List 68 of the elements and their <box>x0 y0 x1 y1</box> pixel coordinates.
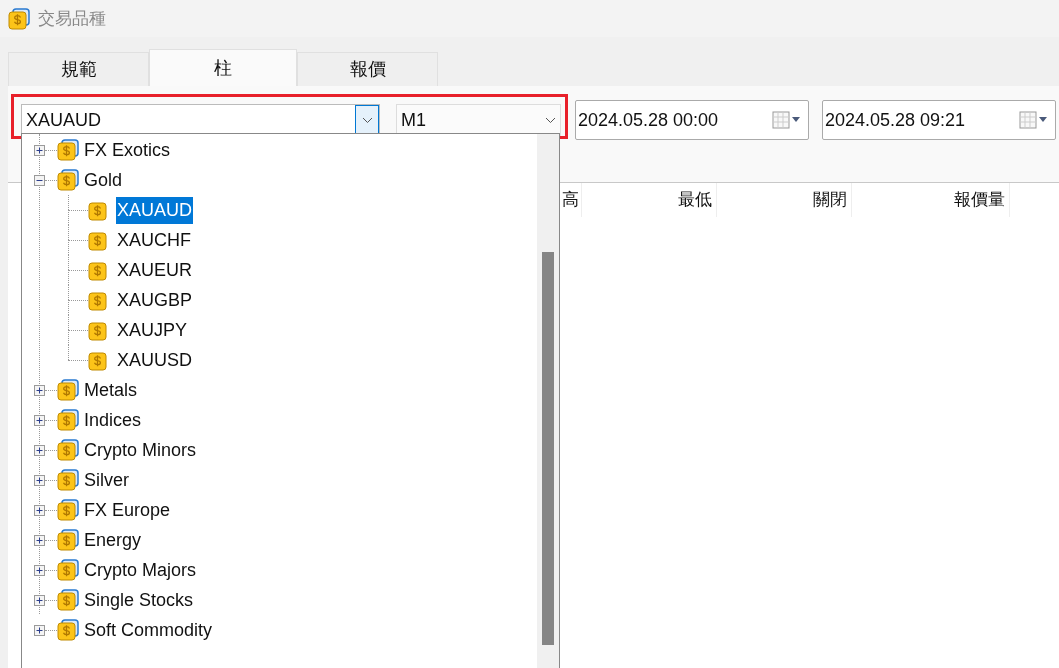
expand-icon[interactable] <box>34 504 45 516</box>
tree-item[interactable]: XAUCHF <box>116 226 192 254</box>
expand-icon[interactable] <box>34 534 45 546</box>
column-header[interactable]: 最低 <box>582 183 717 217</box>
tree-group-label[interactable]: Crypto Minors <box>84 436 197 464</box>
chevron-down-icon <box>545 116 556 124</box>
window-title: 交易品種 <box>38 7 106 30</box>
tree-group-label[interactable]: FX Exotics <box>84 136 171 164</box>
expand-icon[interactable] <box>34 474 45 486</box>
coin-icon <box>88 229 110 251</box>
folder-coin-icon <box>57 529 79 551</box>
timeframe-combo[interactable]: M1 <box>396 104 561 136</box>
expand-icon[interactable] <box>34 444 45 456</box>
coin-icon <box>88 259 110 281</box>
folder-coin-icon <box>57 469 79 491</box>
column-header[interactable]: 關閉 <box>717 183 852 217</box>
coin-icon <box>88 349 110 371</box>
date-from-value: 2024.05.28 00:00 <box>578 108 720 132</box>
coin-icon <box>88 199 110 221</box>
coin-icon <box>88 289 110 311</box>
folder-coin-icon <box>57 589 79 611</box>
symbol-combo[interactable]: XAUAUD <box>21 104 380 136</box>
calendar-icon[interactable] <box>772 111 802 129</box>
tree-group-label[interactable]: FX Europe <box>84 496 171 524</box>
tab[interactable]: 報價 <box>297 52 438 86</box>
tree-item[interactable]: XAUAUD <box>116 196 193 224</box>
date-to-field[interactable]: 2024.05.28 09:21 <box>822 100 1056 140</box>
expand-icon[interactable] <box>34 144 45 156</box>
tree-item[interactable]: XAUUSD <box>116 346 193 374</box>
column-header[interactable]: 報價量 <box>852 183 1010 217</box>
tree-item[interactable]: XAUEUR <box>116 256 193 284</box>
dropdown-button[interactable] <box>355 105 379 135</box>
chevron-down-icon <box>361 116 373 124</box>
tree-group-label[interactable]: Energy <box>84 526 142 554</box>
calendar-icon[interactable] <box>1019 111 1049 129</box>
scrollbar[interactable] <box>537 134 559 668</box>
folder-coin-icon <box>57 409 79 431</box>
folder-coin-icon <box>57 619 79 641</box>
expand-icon[interactable] <box>34 594 45 606</box>
scrollbar-thumb[interactable] <box>542 252 554 645</box>
symbol-value: XAUAUD <box>25 108 102 132</box>
expand-icon[interactable] <box>34 564 45 576</box>
coin-icon <box>88 319 110 341</box>
folder-coin-icon <box>57 139 79 161</box>
tree-group-label[interactable]: Single Stocks <box>84 586 194 614</box>
tree-group-label[interactable]: Indices <box>84 406 142 434</box>
folder-coin-icon <box>57 559 79 581</box>
expand-icon[interactable] <box>34 624 45 636</box>
expand-icon[interactable] <box>34 384 45 396</box>
date-from-field[interactable]: 2024.05.28 00:00 <box>575 100 809 140</box>
tree-group-label[interactable]: Soft Commodity <box>84 616 213 644</box>
tree-group-label[interactable]: Gold <box>84 166 123 194</box>
tree-item[interactable]: XAUGBP <box>116 286 194 314</box>
tree-group-label[interactable]: Crypto Majors <box>84 556 197 584</box>
folder-coin-icon <box>57 439 79 461</box>
folder-coin-icon <box>57 169 79 191</box>
folder-coin-icon <box>57 379 79 401</box>
timeframe-value: M1 <box>401 108 427 132</box>
tab[interactable]: 柱 <box>149 49 297 86</box>
tree-group-label[interactable]: Metals <box>84 376 137 404</box>
tab[interactable]: 規範 <box>8 52 149 86</box>
tree-item[interactable]: XAUJPY <box>116 316 189 344</box>
date-to-value: 2024.05.28 09:21 <box>825 108 967 132</box>
app-coin-icon <box>8 7 30 30</box>
folder-coin-icon <box>57 499 79 521</box>
collapse-icon[interactable] <box>34 174 45 186</box>
tree-group-label[interactable]: Silver <box>84 466 129 494</box>
expand-icon[interactable] <box>34 414 45 426</box>
